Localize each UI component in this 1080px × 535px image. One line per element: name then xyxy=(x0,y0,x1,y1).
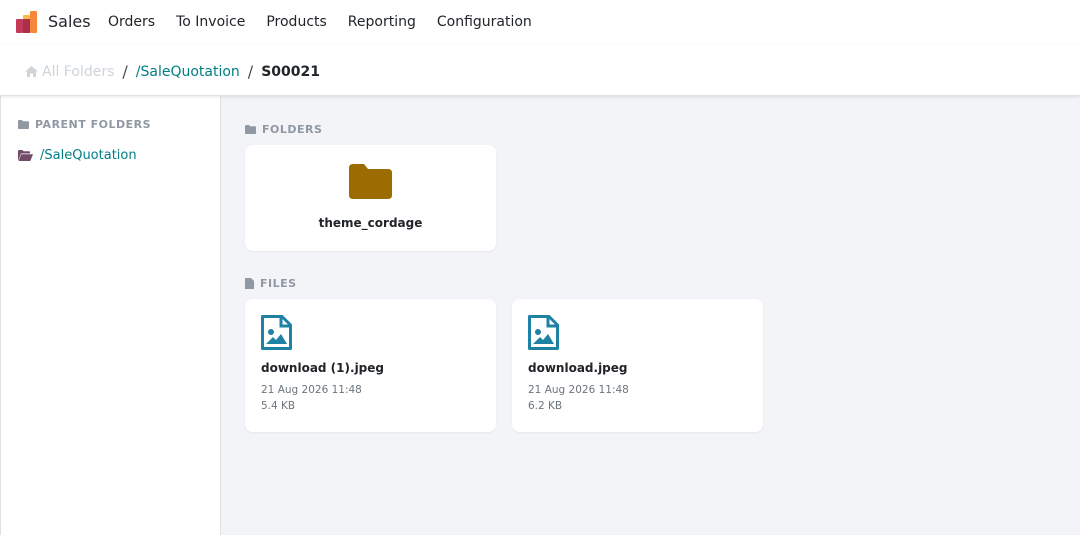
folder-icon xyxy=(18,120,29,129)
menu-item-to-invoice[interactable]: To Invoice xyxy=(165,14,255,30)
sidebar-item-salequotation[interactable]: /SaleQuotation xyxy=(18,148,137,163)
folder-card[interactable]: theme_cordage xyxy=(245,145,496,251)
file-name: download (1).jpeg xyxy=(261,361,384,375)
breadcrumb-parent[interactable]: /SaleQuotation xyxy=(136,64,240,80)
home-icon xyxy=(25,66,38,77)
files-heading: FILES xyxy=(245,277,297,290)
folder-icon xyxy=(349,164,392,199)
breadcrumb-separator: / xyxy=(247,62,254,81)
file-name: download.jpeg xyxy=(528,361,628,375)
folders-title: FOLDERS xyxy=(262,123,323,136)
main-content: FOLDERS theme_cordage FILES download (1)… xyxy=(221,96,1080,535)
image-file-icon xyxy=(261,315,292,350)
menu-item-configuration[interactable]: Configuration xyxy=(426,14,542,30)
breadcrumb: All Folders / /SaleQuotation / S00021 xyxy=(25,62,320,81)
file-icon xyxy=(245,278,254,289)
file-card[interactable]: download.jpeg 21 Aug 2026 11:48 6.2 KB xyxy=(512,299,763,432)
app-name[interactable]: Sales xyxy=(48,12,91,31)
parent-folders-heading: PARENT FOLDERS xyxy=(18,118,151,131)
file-card[interactable]: download (1).jpeg 21 Aug 2026 11:48 5.4 … xyxy=(245,299,496,432)
menu-item-products[interactable]: Products xyxy=(255,14,336,30)
sales-app-logo-icon[interactable] xyxy=(16,11,38,33)
breadcrumb-home-label: All Folders xyxy=(42,63,115,80)
menu-item-reporting[interactable]: Reporting xyxy=(337,14,426,30)
image-file-icon xyxy=(528,315,559,350)
sidebar-item-label: /SaleQuotation xyxy=(40,148,137,163)
breadcrumb-current: S00021 xyxy=(261,63,320,80)
sidebar: PARENT FOLDERS /SaleQuotation xyxy=(0,96,221,535)
file-size: 5.4 KB xyxy=(261,400,296,412)
file-size: 6.2 KB xyxy=(528,400,563,412)
top-navbar: Sales Orders To Invoice Products Reporti… xyxy=(0,0,1080,44)
folder-open-icon xyxy=(18,150,33,161)
parent-folders-title: PARENT FOLDERS xyxy=(35,118,152,131)
file-date: 21 Aug 2026 11:48 xyxy=(528,384,629,396)
file-date: 21 Aug 2026 11:48 xyxy=(261,384,362,396)
files-title: FILES xyxy=(260,277,297,290)
breadcrumb-bar: All Folders / /SaleQuotation / S00021 xyxy=(0,44,1080,96)
menu-item-orders[interactable]: Orders xyxy=(97,14,165,30)
breadcrumb-home[interactable]: All Folders xyxy=(25,64,114,80)
folder-name: theme_cordage xyxy=(318,216,423,230)
main-menu: Orders To Invoice Products Reporting Con… xyxy=(97,0,542,44)
folder-icon xyxy=(245,125,256,134)
folders-heading: FOLDERS xyxy=(245,123,322,136)
breadcrumb-separator: / xyxy=(122,62,128,81)
